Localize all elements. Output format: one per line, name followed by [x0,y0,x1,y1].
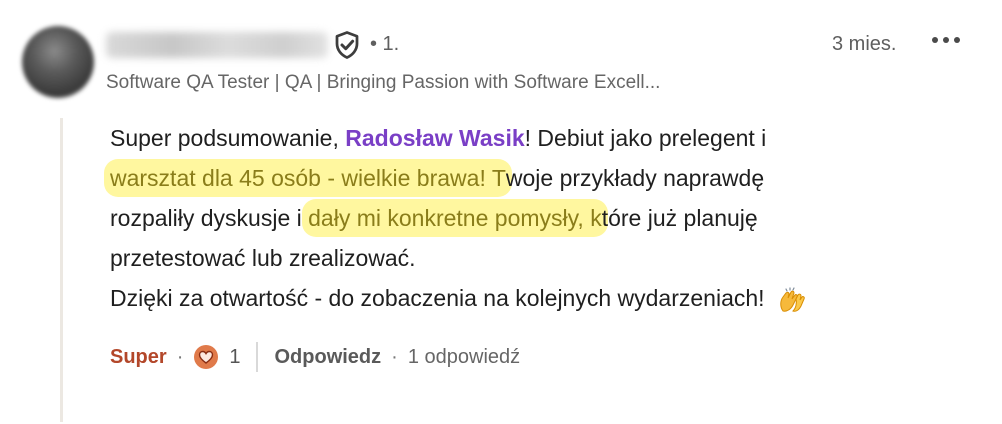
separator-dot: · [391,345,398,368]
timestamp: 3 mies. [832,33,897,55]
comment-text-part: Dzięki za otwartość - do zobaczenia na k… [110,285,765,311]
replies-count-link[interactable]: 1 odpowiedź [408,346,520,369]
comment-text: Super podsumowanie, Radosław Wasik! Debi… [104,118,970,318]
highlighted-text: dały mi konkretne pomysły, k [302,199,608,237]
comment-actions: Super · 1 Odpowiedz · 1 odpowiedź [110,340,520,374]
avatar[interactable] [22,26,94,98]
shield-check-icon [335,31,359,59]
separator-dot: · [176,345,184,368]
comment-text-part: przetestować lub zrealizować. [110,245,416,271]
reply-button[interactable]: Odpowiedz [274,346,381,369]
more-horizontal-icon[interactable] [928,26,964,54]
comment-text-part: woje przykłady naprawdę [505,165,765,191]
author-name-blurred[interactable] [106,32,328,58]
comment-text-part: Super podsumowanie, [110,125,346,151]
divider [256,342,259,372]
comment-text-part: rozpaliły dyskusje i [110,205,309,231]
react-button[interactable]: Super [110,346,167,369]
clapping-hands-icon [780,287,805,312]
highlighted-text: warsztat dla 45 osób - wielkie brawa! T [104,159,512,197]
thread-line [60,118,63,422]
reaction-count[interactable]: 1 [229,346,240,369]
mention-link[interactable]: Radosław Wasik [345,125,524,151]
comment-text-part: ! Debiut jako prelegent i [524,125,767,151]
connection-degree: • 1. [370,33,400,55]
heart-icon[interactable] [193,344,219,370]
comment-text-part: tóre już planuję [601,205,758,231]
author-headline: Software QA Tester | QA | Bringing Passi… [106,72,661,93]
